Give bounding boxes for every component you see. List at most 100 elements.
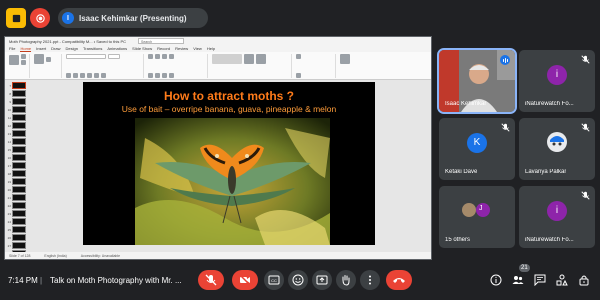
people-icon — [512, 276, 524, 284]
leave-call-button[interactable] — [386, 270, 412, 290]
mic-toggle-button[interactable] — [198, 270, 224, 290]
ribbon-tab-home[interactable]: Home — [20, 46, 32, 52]
slide-thumbnail[interactable]: 20 — [7, 186, 29, 193]
slide-thumbnail[interactable]: 21 — [7, 194, 29, 201]
captions-icon: CC — [268, 275, 280, 285]
slide-thumbnail[interactable]: 19 — [7, 178, 29, 185]
presenting-indicator[interactable]: I Isaac Kehimkar (Presenting) — [58, 8, 208, 28]
meeting-details-button[interactable] — [488, 272, 504, 288]
files-icon[interactable] — [6, 8, 26, 28]
status-slide-count: Slide 7 of 128 — [9, 254, 31, 258]
ribbon-tab-animations[interactable]: Animations — [107, 46, 127, 51]
participant-avatar: i — [547, 64, 567, 85]
captions-button[interactable]: CC — [264, 270, 284, 290]
slide-thumbnail[interactable]: 25 — [7, 226, 29, 233]
slide-thumbnail[interactable]: 16 — [7, 154, 29, 161]
participant-name: Ketaki Dave — [445, 169, 478, 175]
more-options-button[interactable] — [360, 270, 380, 290]
raise-hand-button[interactable] — [336, 270, 356, 290]
record-icon[interactable] — [30, 8, 50, 28]
emoji-icon — [292, 274, 304, 286]
ribbon-tab-insert[interactable]: Insert — [36, 46, 46, 51]
participant-tile[interactable]: K Ketaki Dave — [439, 118, 515, 180]
slide-thumbnail-image — [12, 218, 26, 225]
ribbon-group-clipboard — [9, 54, 30, 78]
slide-thumbnail-number: 7 — [9, 83, 11, 88]
others-avatars — [462, 203, 490, 217]
more-vert-icon — [369, 275, 371, 285]
ribbon-tab-view[interactable]: View — [193, 46, 202, 51]
ribbon-tab-draw[interactable]: Draw — [51, 46, 60, 51]
slide-thumbnail[interactable]: 14 — [7, 138, 29, 145]
ribbon-tab-record[interactable]: Record — [157, 46, 170, 51]
people-button[interactable] — [510, 272, 526, 288]
present-button[interactable] — [312, 270, 332, 290]
participant-tile[interactable]: Lavanya Palkar — [519, 118, 595, 180]
host-controls-button[interactable] — [576, 272, 592, 288]
slide-thumbnail-number: 25 — [7, 227, 11, 232]
ribbon-group-slides — [34, 54, 62, 78]
moth-photo — [135, 118, 330, 245]
slide-thumbnail[interactable]: 23 — [7, 210, 29, 217]
slide-thumbnail-image — [12, 154, 26, 161]
participant-count-badge: 21 — [519, 264, 530, 272]
dictate-icon[interactable] — [340, 54, 350, 64]
participant-tile[interactable]: Isaac Kehimkar — [437, 48, 517, 114]
ribbon-group-voice — [340, 54, 362, 78]
presenting-label: Isaac Kehimkar (Presenting) — [79, 13, 187, 23]
participant-tile[interactable]: i iNaturewatch Fo... — [519, 186, 595, 248]
new-slide-icon[interactable] — [34, 54, 44, 64]
mic-off-icon — [581, 191, 590, 200]
slide-thumbnail-image — [12, 146, 26, 153]
slide-thumbnail-number: 18 — [7, 171, 11, 176]
slide-thumbnail-image — [12, 178, 26, 185]
slide-thumbnail-number: 21 — [7, 195, 11, 200]
slide-thumbnail[interactable]: 13 — [7, 130, 29, 137]
emoji-button[interactable] — [288, 270, 308, 290]
status-accessibility: Accessibility: Unavailable — [80, 254, 121, 258]
ribbon-tab-help[interactable]: Help — [207, 46, 215, 51]
slide-thumbnail-number: 19 — [7, 179, 11, 184]
participant-tile[interactable]: i iNaturewatch Fo... — [519, 50, 595, 112]
ribbon-tab-review[interactable]: Review — [175, 46, 188, 51]
slide-thumbnail[interactable]: 11 — [7, 114, 29, 121]
ribbon-tab-design[interactable]: Design — [65, 46, 77, 51]
slide-thumbnail[interactable]: 10 — [7, 106, 29, 113]
host-controls-icon — [579, 275, 589, 286]
slide-thumbnail[interactable]: 24 — [7, 218, 29, 225]
ribbon-group-paragraph — [148, 54, 208, 78]
paste-icon[interactable] — [9, 54, 19, 65]
ribbon-tab-file[interactable]: File — [9, 46, 15, 51]
slide-thumbnail-image — [12, 210, 26, 217]
slide-thumbnail-image — [12, 114, 26, 121]
meeting-title: Talk on Moth Photography with Mr. ... — [50, 276, 182, 285]
bottom-controls: 7:14 PM | Talk on Moth Photography with … — [0, 262, 600, 300]
slide-thumbnail-number: 14 — [7, 139, 11, 144]
slide-thumbnail[interactable]: 22 — [7, 202, 29, 209]
mic-off-icon — [581, 55, 590, 64]
ribbon-tab-transitions[interactable]: Transitions — [83, 46, 102, 51]
slide-thumbnail-image — [12, 234, 26, 241]
slide-thumbnail[interactable]: 12 — [7, 122, 29, 129]
slide-thumbnail-image — [12, 194, 26, 201]
activities-button[interactable] — [554, 272, 570, 288]
search-input[interactable]: Search — [138, 38, 185, 44]
mic-off-icon — [501, 123, 510, 132]
svg-text:CC: CC — [271, 278, 277, 283]
slide-thumbnail-number: 24 — [7, 219, 11, 224]
slide-thumbnail[interactable]: 8 — [7, 90, 29, 97]
camera-toggle-button[interactable] — [232, 270, 258, 290]
ribbon-tab-slide-show[interactable]: Slide Show — [132, 46, 152, 51]
slide-thumbnail[interactable]: 9 — [7, 98, 29, 105]
slide-thumbnail[interactable]: 27 — [7, 242, 29, 249]
slide-thumbnail[interactable]: 26 — [7, 234, 29, 241]
others-tile[interactable]: J 15 others — [439, 186, 515, 248]
slide-thumbnail[interactable]: 18 — [7, 170, 29, 177]
slide-thumbnail[interactable]: 17 — [7, 162, 29, 169]
slide-thumbnail-number: 13 — [7, 131, 11, 136]
slide-thumbnail[interactable]: 7 — [7, 82, 29, 89]
top-bar: I Isaac Kehimkar (Presenting) — [0, 0, 600, 36]
chat-button[interactable] — [532, 272, 548, 288]
slide-thumbnail[interactable]: 15 — [7, 146, 29, 153]
participant-name: iNaturewatch Fo... — [525, 237, 574, 243]
